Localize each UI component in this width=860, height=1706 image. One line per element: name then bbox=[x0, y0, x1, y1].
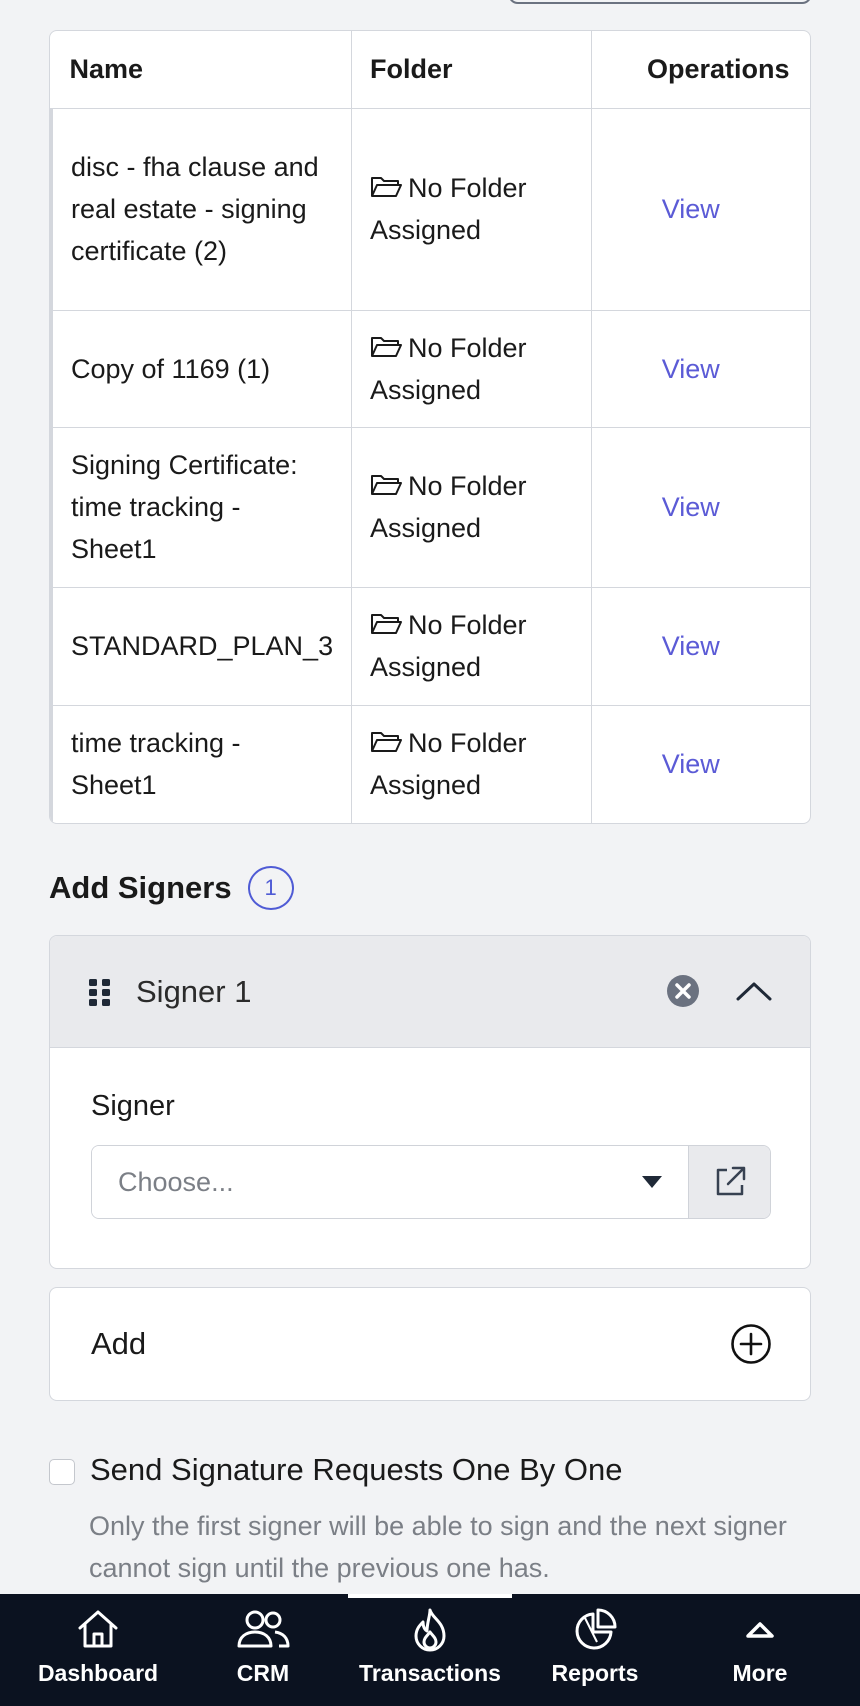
table-row: time tracking - Sheet1 No Folder Assigne… bbox=[50, 705, 811, 823]
folder-open-icon bbox=[371, 336, 402, 357]
document-name: Signing Certificate: time tracking - She… bbox=[50, 427, 352, 588]
folder-cell: No Folder Assigned bbox=[351, 310, 592, 428]
folder-open-icon bbox=[371, 177, 402, 197]
bottom-navigation: Dashboard CRM Transactions Reports More bbox=[0, 1594, 860, 1706]
flame-icon bbox=[414, 1608, 446, 1652]
nav-label: Transactions bbox=[359, 1660, 501, 1686]
table-row: disc - fha clause and real estate - sign… bbox=[50, 108, 810, 311]
caret-down-icon bbox=[642, 1176, 662, 1188]
add-signer-button[interactable]: Add bbox=[49, 1287, 811, 1401]
chevron-up-icon[interactable] bbox=[734, 974, 774, 1008]
nav-item-transactions[interactable]: Transactions bbox=[356, 1594, 504, 1706]
document-name: disc - fha clause and real estate - sign… bbox=[50, 108, 352, 311]
column-header-folder: Folder bbox=[351, 31, 592, 109]
add-signers-heading: Add Signers 1 bbox=[49, 866, 294, 910]
pie-chart-icon bbox=[575, 1608, 617, 1650]
folder-cell: No Folder Assigned bbox=[351, 587, 592, 706]
signer-card-body: Signer Choose... bbox=[50, 1048, 810, 1219]
signer-field-label: Signer bbox=[91, 1090, 175, 1122]
users-icon bbox=[237, 1610, 290, 1648]
top-button-edge[interactable] bbox=[508, 0, 812, 4]
plus-circle-icon bbox=[731, 1324, 771, 1364]
operations-cell: View bbox=[592, 705, 811, 823]
nav-label: More bbox=[732, 1660, 788, 1686]
folder-open-icon bbox=[371, 475, 402, 495]
signer-count-badge: 1 bbox=[247, 866, 294, 910]
view-link[interactable]: View bbox=[662, 354, 720, 384]
chevron-up-icon bbox=[746, 1622, 774, 1638]
folder-open-icon bbox=[371, 614, 402, 634]
folder-open-icon bbox=[371, 732, 402, 753]
operations-cell: View bbox=[591, 427, 810, 588]
folder-cell: No Folder Assigned bbox=[351, 427, 592, 588]
nav-item-dashboard[interactable]: Dashboard bbox=[38, 1594, 158, 1706]
nav-label: Dashboard bbox=[37, 1660, 159, 1686]
view-link[interactable]: View bbox=[662, 749, 720, 779]
document-name: STANDARD_PLAN_3 bbox=[50, 587, 352, 706]
external-link-icon bbox=[716, 1166, 745, 1196]
home-icon bbox=[78, 1610, 118, 1648]
operations-cell: View bbox=[591, 587, 810, 706]
documents-table: Name Folder Operations disc - fha clause… bbox=[49, 30, 811, 824]
nav-item-reports[interactable]: Reports bbox=[545, 1594, 645, 1706]
nav-label: CRM bbox=[236, 1660, 290, 1686]
table-row: Copy of 1169 (1) No Folder Assigned View bbox=[50, 310, 810, 428]
signer-card-header[interactable]: Signer 1 bbox=[50, 936, 810, 1048]
operations-cell: View bbox=[591, 310, 810, 428]
sequential-signing-help: Only the first signer will be able to si… bbox=[89, 1511, 787, 1583]
document-name: time tracking - Sheet1 bbox=[50, 705, 352, 823]
nav-item-crm[interactable]: CRM bbox=[213, 1594, 313, 1706]
column-header-operations: Operations bbox=[591, 31, 810, 109]
view-link[interactable]: View bbox=[662, 631, 720, 661]
signer-select-group: Choose... bbox=[91, 1145, 771, 1219]
folder-cell: No Folder Assigned bbox=[351, 705, 592, 823]
folder-cell: No Folder Assigned bbox=[351, 108, 592, 311]
sequential-signing-label[interactable]: Send Signature Requests One By One bbox=[90, 1452, 623, 1488]
open-external-button[interactable] bbox=[688, 1146, 770, 1218]
nav-item-more[interactable]: More bbox=[715, 1594, 805, 1706]
nav-label: Reports bbox=[551, 1660, 639, 1686]
operations-cell: View bbox=[591, 108, 810, 311]
signer-select[interactable]: Choose... bbox=[92, 1146, 688, 1218]
view-link[interactable]: View bbox=[662, 492, 720, 522]
document-name: Copy of 1169 (1) bbox=[50, 310, 352, 428]
remove-signer-icon[interactable] bbox=[666, 974, 700, 1008]
signer-select-placeholder: Choose... bbox=[118, 1166, 234, 1197]
section-title: Add Signers bbox=[49, 870, 232, 905]
signer-card: Signer 1 Signer Choose... bbox=[49, 935, 811, 1269]
table-header-row: Name Folder Operations bbox=[51, 31, 810, 109]
signer-title: Signer 1 bbox=[136, 973, 252, 1009]
table-row: Signing Certificate: time tracking - She… bbox=[50, 427, 810, 588]
view-link[interactable]: View bbox=[662, 194, 720, 224]
column-header-name: Name bbox=[51, 31, 352, 109]
add-signer-label: Add bbox=[91, 1326, 147, 1361]
table-row: STANDARD_PLAN_3 No Folder Assigned View bbox=[50, 587, 810, 706]
sequential-signing-checkbox[interactable] bbox=[49, 1459, 75, 1485]
drag-handle-icon[interactable] bbox=[88, 978, 112, 1006]
